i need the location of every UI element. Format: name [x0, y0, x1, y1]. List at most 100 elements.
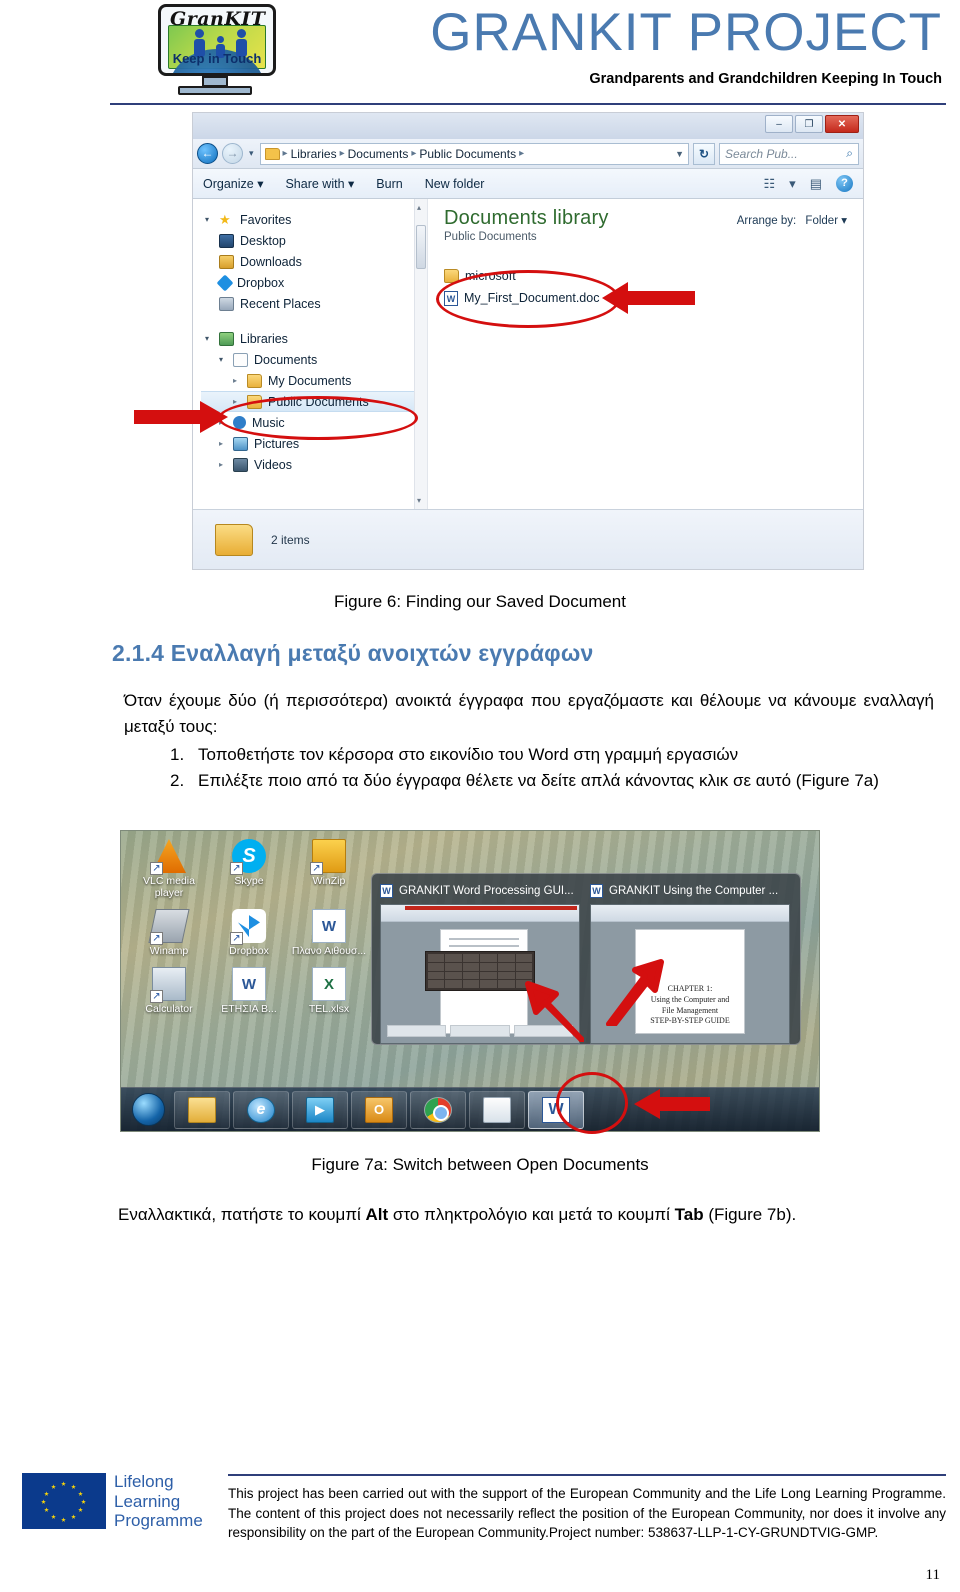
help-icon[interactable]: ?: [836, 175, 853, 192]
minimize-button[interactable]: –: [765, 115, 793, 133]
desktop-icon-dropbox[interactable]: ↗ Dropbox: [209, 909, 289, 957]
sidebar-item-desktop[interactable]: Desktop: [201, 230, 427, 251]
taskbar-internet-explorer[interactable]: e: [233, 1090, 289, 1129]
page-header: GranKIT Keep in Touch GRANKIT PROJECT Gr…: [0, 0, 960, 108]
dropbox-icon: ↗: [230, 909, 266, 946]
desktop-icon-vlc[interactable]: ↗ VLC media player: [129, 839, 209, 899]
explorer-icon: [188, 1096, 216, 1123]
sidebar-item-music[interactable]: ▸ Music: [201, 412, 427, 433]
preview-pane-icon[interactable]: ▤: [810, 176, 822, 192]
taskbar-outlook[interactable]: O: [351, 1090, 407, 1129]
sidebar-item-label: My Documents: [268, 373, 352, 388]
windows-taskbar: e ▶ O W: [121, 1087, 819, 1131]
recent-pages-caret-icon[interactable]: ▾: [247, 148, 256, 159]
windows-explorer-screenshot: – ❐ ✕ ← → ▾ ▸ Libraries ▸ Documents ▸ Pu…: [192, 112, 864, 570]
pictures-icon: [233, 436, 248, 451]
forward-button[interactable]: →: [222, 143, 243, 164]
arrange-by-control[interactable]: Arrange by: Folder ▾: [737, 213, 847, 227]
thumbnail-using-the-computer[interactable]: W GRANKIT Using the Computer ... CHAPTER…: [590, 882, 790, 1044]
footer-divider: [228, 1474, 946, 1476]
thumbnail-preview-image: [380, 904, 580, 1044]
taskbar-paint[interactable]: [469, 1090, 525, 1129]
desktop-icon-label: VLC media player: [143, 875, 195, 900]
chrome-icon: [424, 1096, 452, 1123]
arrange-by-value[interactable]: Folder ▾: [805, 215, 847, 227]
word-icon: W: [380, 884, 393, 898]
burn-button[interactable]: Burn: [376, 177, 402, 191]
breadcrumb-separator: ▸: [339, 148, 345, 159]
new-folder-button[interactable]: New folder: [425, 177, 485, 191]
figure6-caption: Figure 6: Finding our Saved Document: [334, 592, 626, 611]
thumbnail-page-text: CHAPTER 1: Using the Computer and File M…: [650, 984, 730, 1026]
desktop-icon-plano-aithousa[interactable]: W Πλανο Αιθουσ...: [289, 909, 369, 957]
back-button[interactable]: ←: [197, 143, 218, 164]
taskbar-windows-explorer[interactable]: [174, 1090, 230, 1129]
chevron-right-icon[interactable]: ▸: [219, 460, 227, 469]
refresh-button[interactable]: ↻: [693, 142, 715, 165]
chevron-right-icon[interactable]: ▸: [233, 376, 241, 385]
organize-button[interactable]: Organize ▾: [203, 176, 263, 191]
chevron-down-icon[interactable]: ▾: [205, 215, 213, 224]
list-item[interactable]: W My_First_Document.doc: [444, 287, 863, 309]
sidebar-item-label: Favorites: [240, 212, 292, 227]
search-input[interactable]: Search Pub... ⌕: [719, 142, 859, 165]
libraries-icon: [219, 331, 234, 346]
desktop-icon-etisia[interactable]: W ΕΤΗΣΙΑ Β...: [209, 967, 289, 1015]
sidebar-item-public-documents[interactable]: ▸ Public Documents: [201, 391, 423, 412]
sidebar-item-dropbox[interactable]: Dropbox: [201, 272, 427, 293]
desktop-icon-label: Skype: [234, 875, 264, 887]
breadcrumb[interactable]: ▸ Libraries ▸ Documents ▸ Public Documen…: [259, 142, 689, 165]
word-document-icon: W: [444, 290, 458, 306]
scroll-up-icon[interactable]: ▴: [417, 203, 421, 212]
breadcrumb-separator: ▸: [411, 148, 417, 159]
desktop-icon-tel-xlsx[interactable]: X TEL.xlsx: [289, 967, 369, 1015]
chevron-down-icon[interactable]: ▾: [205, 334, 213, 343]
status-text: 2 items: [271, 532, 310, 547]
list-item[interactable]: microsoft: [444, 265, 863, 287]
sidebar-item-pictures[interactable]: ▸ Pictures: [201, 433, 427, 454]
desktop-icon-winamp[interactable]: ↗ Winamp: [129, 909, 209, 957]
desktop-icon-skype[interactable]: S ↗ Skype: [209, 839, 289, 899]
recent-places-icon: [219, 296, 234, 311]
taskbar-chrome[interactable]: [410, 1090, 466, 1129]
sidebar-item-videos[interactable]: ▸ Videos: [201, 454, 427, 475]
desktop-icon-label: WinZip: [312, 875, 346, 887]
winamp-icon: ↗: [148, 909, 190, 946]
shortcut-arrow-icon: ↗: [230, 932, 243, 946]
breadcrumb-item-public-documents[interactable]: Public Documents: [419, 147, 516, 161]
downloads-icon: [219, 254, 234, 269]
taskbar-media-player[interactable]: ▶: [292, 1090, 348, 1129]
change-view-icon[interactable]: ☷: [764, 176, 776, 192]
section-steps-list: 1. Τοποθετήστε τον κέρσορα στο εικονίδιο…: [124, 742, 934, 793]
taskbar-microsoft-word[interactable]: W: [528, 1090, 584, 1129]
share-with-button[interactable]: Share with ▾: [285, 176, 354, 191]
close-button[interactable]: ✕: [825, 115, 859, 133]
breadcrumb-item-documents[interactable]: Documents: [348, 147, 409, 161]
navigation-pane-scrollbar[interactable]: ▴ ▾: [414, 199, 427, 509]
star-icon: ★: [219, 211, 231, 227]
sidebar-item-downloads[interactable]: Downloads: [201, 251, 427, 272]
breadcrumb-item-libraries[interactable]: Libraries: [291, 147, 337, 161]
sidebar-item-my-documents[interactable]: ▸ My Documents: [201, 370, 427, 391]
sidebar-item-recent-places[interactable]: Recent Places: [201, 293, 427, 314]
chevron-down-icon[interactable]: ▾: [219, 355, 227, 364]
desktop-icon-winzip[interactable]: ↗ WinZip: [289, 839, 369, 899]
sidebar-item-documents[interactable]: ▾ Documents: [201, 349, 427, 370]
start-button[interactable]: [125, 1091, 171, 1129]
chevron-right-icon[interactable]: ▸: [219, 418, 227, 427]
chevron-right-icon[interactable]: ▸: [219, 439, 227, 448]
scrollbar-thumb[interactable]: [416, 225, 426, 269]
sidebar-item-favorites[interactable]: ▾ ★ Favorites: [201, 209, 427, 230]
footer-disclaimer: This project has been carried out with t…: [228, 1486, 946, 1541]
chevron-right-icon[interactable]: ▸: [233, 397, 241, 406]
thumbnail-word-processing[interactable]: W GRANKIT Word Processing GUI...: [380, 882, 580, 1044]
chevron-down-icon[interactable]: ▼: [675, 149, 684, 159]
desktop-icon-calculator[interactable]: ↗ Calculator: [129, 967, 209, 1015]
sidebar-item-libraries[interactable]: ▾ Libraries: [201, 328, 427, 349]
alt-tab-text-middle: στο πληκτρολόγιο και μετά το κουμπί: [388, 1205, 675, 1224]
chevron-down-icon[interactable]: ▾: [789, 176, 796, 192]
maximize-button[interactable]: ❐: [795, 115, 823, 133]
desktop-icon-label: Calculator: [145, 1003, 193, 1016]
scroll-down-icon[interactable]: ▾: [417, 496, 421, 505]
mini-ribbon: [591, 905, 789, 922]
